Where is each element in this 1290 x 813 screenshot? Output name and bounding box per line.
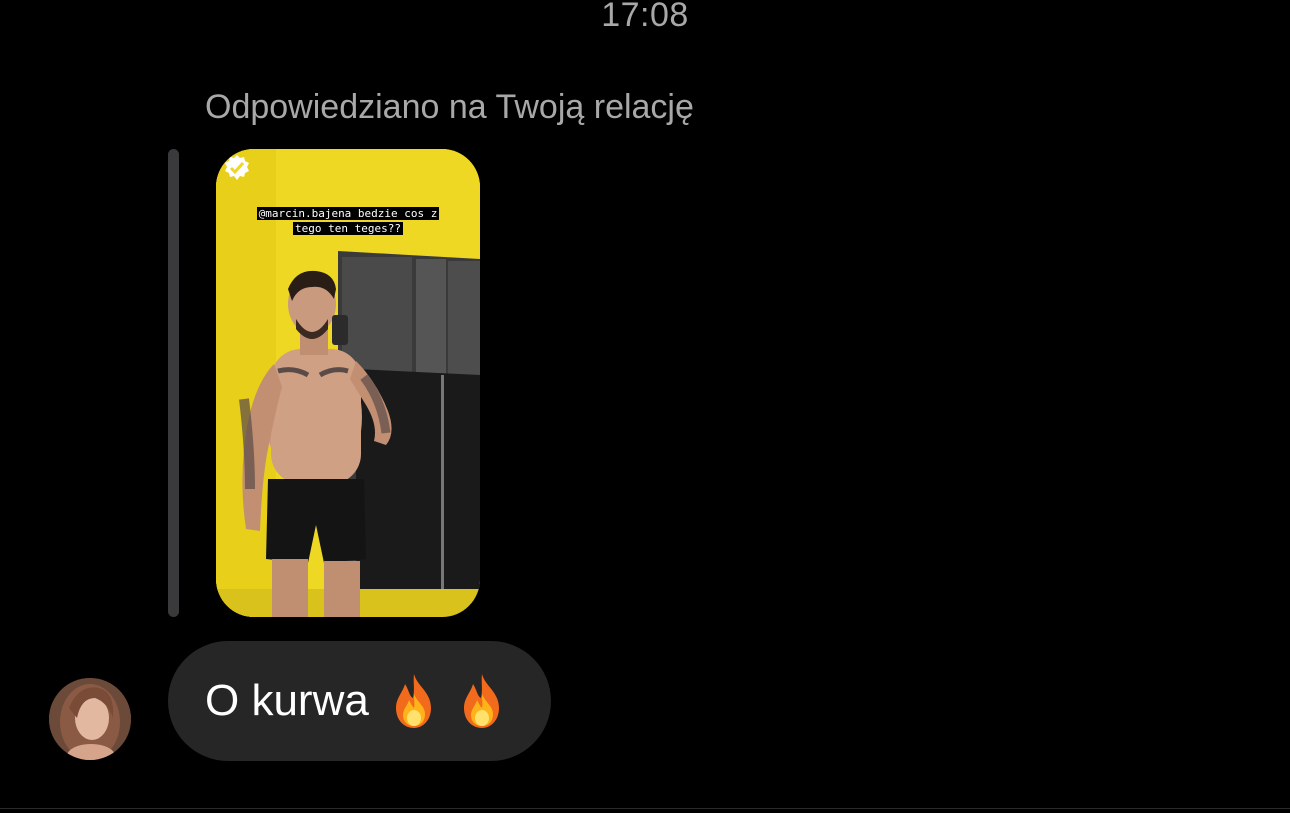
message-bubble[interactable]: O kurwa bbox=[168, 641, 551, 761]
story-caption: @marcin.bajena bedzie cos z tego ten teg… bbox=[216, 206, 480, 236]
message-text: O kurwa bbox=[205, 676, 369, 725]
story-caption-line-1: @marcin.bajena bedzie cos z bbox=[256, 207, 440, 220]
sender-avatar[interactable] bbox=[49, 678, 131, 760]
avatar-photo bbox=[49, 678, 131, 760]
replied-story-thumbnail[interactable]: @marcin.bajena bedzie cos z tego ten teg… bbox=[216, 149, 480, 617]
fire-icon bbox=[459, 672, 505, 730]
verified-badge-icon bbox=[225, 155, 249, 180]
message-timestamp: 17:08 bbox=[601, 0, 689, 34]
divider bbox=[0, 808, 1290, 809]
chat-screen: 17:08 Odpowiedziano na Twoją relację @ma… bbox=[0, 0, 1290, 813]
story-caption-line-2: tego ten teges?? bbox=[293, 222, 403, 235]
fire-icon bbox=[391, 672, 437, 730]
reply-indicator-bar bbox=[168, 149, 179, 617]
story-reply-caption: Odpowiedziano na Twoją relację bbox=[205, 88, 694, 126]
